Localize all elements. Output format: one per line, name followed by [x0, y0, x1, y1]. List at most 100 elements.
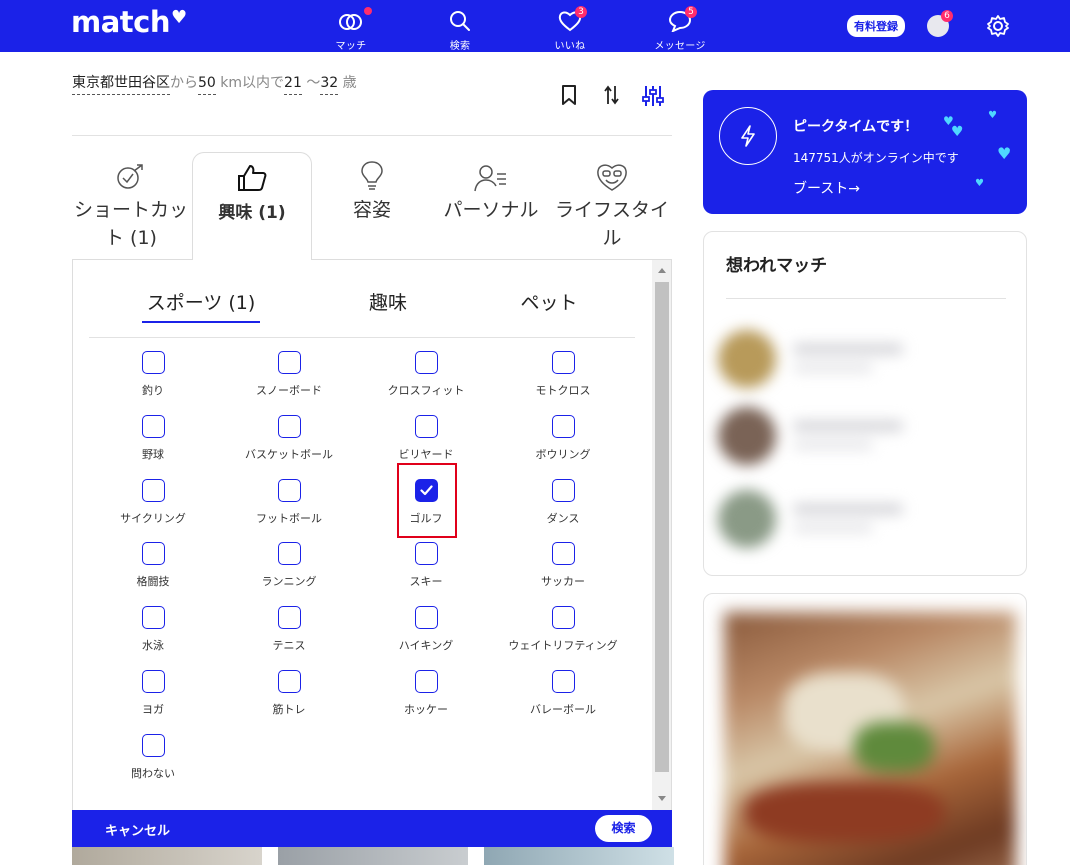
floating-heart-icon: ♥ [975, 178, 984, 189]
checkbox-option[interactable]: サイクリング [85, 479, 221, 539]
checkbox[interactable] [414, 670, 438, 693]
checkbox-option[interactable]: テニス [221, 606, 357, 666]
checkbox[interactable] [414, 606, 438, 629]
checkbox[interactable] [141, 415, 165, 438]
checkbox[interactable] [277, 606, 301, 629]
checkbox[interactable] [277, 670, 301, 693]
tab-interest[interactable]: 興味 (1) [192, 152, 312, 260]
checkbox-option[interactable]: 問わない [85, 734, 221, 794]
checkbox-option[interactable]: ホッケー [358, 670, 494, 730]
tab-lifestyle[interactable]: ライフスタイル [552, 152, 672, 260]
checkbox[interactable] [141, 606, 165, 629]
km-within-text: km以内で [220, 75, 285, 91]
subtab-pet[interactable]: ペット [504, 288, 594, 315]
subtab-sports[interactable]: スポーツ (1) [142, 288, 260, 323]
nav-messages[interactable]: 5 メッセージ [635, 6, 725, 52]
tab-appearance[interactable]: 容姿 [312, 152, 432, 260]
checkbox-option[interactable]: ウェイトリフティング [495, 606, 631, 666]
checkbox-label: クロスフィット [387, 384, 465, 397]
tab-shortcut[interactable]: ショートカット (1) [71, 152, 191, 260]
tab-personal[interactable]: パーソナル [431, 152, 551, 260]
checkbox[interactable] [277, 415, 301, 438]
checkbox-option[interactable]: フットボール [221, 479, 357, 539]
checkbox-option[interactable]: ボウリング [495, 415, 631, 475]
cancel-button[interactable]: キャンセル [105, 820, 170, 839]
checkbox[interactable] [414, 415, 438, 438]
checkbox[interactable] [414, 351, 438, 374]
checkbox[interactable] [414, 542, 438, 565]
shortcut-icon [117, 164, 143, 189]
thumbs-up-icon [238, 165, 267, 191]
scroll-up-arrow[interactable] [658, 268, 666, 273]
checkbox-option[interactable]: スノーボード [221, 351, 357, 411]
search-button[interactable]: 検索 [595, 815, 652, 842]
bookmark-icon[interactable] [561, 84, 577, 106]
checkbox-label: スキー [409, 575, 443, 588]
tab-appearance-label: 容姿 [352, 199, 391, 221]
search-condition[interactable]: 東京都世田谷区から50 km以内で21 〜32 歳 [72, 72, 357, 95]
result-card-peek[interactable] [72, 847, 262, 865]
checkbox[interactable] [141, 542, 165, 565]
nav-match[interactable]: マッチ [306, 6, 396, 52]
checkbox[interactable] [551, 670, 575, 693]
checkbox[interactable] [141, 479, 165, 502]
checkbox-option[interactable]: サッカー [495, 542, 631, 602]
checkbox-option[interactable]: ダンス [495, 479, 631, 539]
floating-heart-icon: ♥ [997, 144, 1012, 163]
filter-sliders-icon[interactable] [642, 84, 664, 108]
checkbox-label: 野球 [142, 448, 164, 461]
nav-search[interactable]: 検索 [415, 6, 505, 52]
omoware-title: 想われマッチ [726, 256, 828, 276]
age-min-value[interactable]: 21 [284, 75, 302, 95]
peak-time-card[interactable]: ピークタイムです！ 147751人がオンライン中です ブースト→ ♥ ♥ ♥ ♥… [703, 90, 1027, 214]
list-item[interactable] [718, 330, 998, 390]
location-value[interactable]: 東京都世田谷区 [72, 75, 170, 95]
checkbox-label: 筋トレ [272, 703, 306, 716]
checkbox[interactable] [551, 351, 575, 374]
featured-photo-card[interactable] [703, 593, 1027, 865]
nav-likes[interactable]: 3 いいね [525, 6, 615, 52]
age-max-value[interactable]: 32 [320, 75, 339, 95]
checkbox-option[interactable]: ヨガ [85, 670, 221, 730]
checkbox-option[interactable]: 格闘技 [85, 542, 221, 602]
result-card-peek[interactable] [278, 847, 468, 865]
scrollbar[interactable] [652, 260, 671, 810]
checkbox[interactable] [551, 415, 575, 438]
gear-icon[interactable] [986, 14, 1010, 38]
checkbox-option[interactable]: スキー [358, 542, 494, 602]
scroll-down-arrow[interactable] [658, 796, 666, 801]
result-card-peek[interactable] [484, 847, 674, 865]
checkbox[interactable] [551, 606, 575, 629]
distance-value[interactable]: 50 [198, 75, 216, 95]
checkbox[interactable] [277, 351, 301, 374]
checkbox[interactable] [141, 351, 165, 374]
checkbox-option[interactable]: バスケットボール [221, 415, 357, 475]
subtab-hobby[interactable]: 趣味 [343, 288, 433, 315]
checkbox-option[interactable]: モトクロス [495, 351, 631, 411]
checkbox-option[interactable]: 釣り [85, 351, 221, 411]
match-logo[interactable]: match♥ [71, 5, 187, 39]
sort-icon[interactable] [603, 84, 621, 106]
checkbox[interactable] [277, 542, 301, 565]
checkbox[interactable] [141, 734, 165, 757]
tab-personal-label: パーソナル [443, 199, 539, 221]
checkbox-option[interactable]: ランニング [221, 542, 357, 602]
checkbox[interactable] [551, 542, 575, 565]
checkbox-option[interactable]: バレーボール [495, 670, 631, 730]
checkbox-option[interactable]: クロスフィット [358, 351, 494, 411]
checkbox-label: ランニング [261, 575, 317, 588]
checkbox-label: ダンス [546, 512, 580, 525]
list-item[interactable] [718, 407, 998, 467]
checkbox[interactable] [277, 479, 301, 502]
blurred-photo [724, 612, 1016, 865]
scroll-thumb[interactable] [655, 282, 669, 772]
checkbox-option[interactable]: 筋トレ [221, 670, 357, 730]
checkbox[interactable] [141, 670, 165, 693]
checkbox-option[interactable]: 水泳 [85, 606, 221, 666]
paid-registration-button[interactable]: 有料登録 [847, 15, 905, 37]
boost-link[interactable]: ブースト→ [793, 178, 860, 198]
checkbox-option[interactable]: 野球 [85, 415, 221, 475]
list-item[interactable] [718, 490, 998, 550]
checkbox[interactable] [551, 479, 575, 502]
checkbox-option[interactable]: ハイキング [358, 606, 494, 666]
